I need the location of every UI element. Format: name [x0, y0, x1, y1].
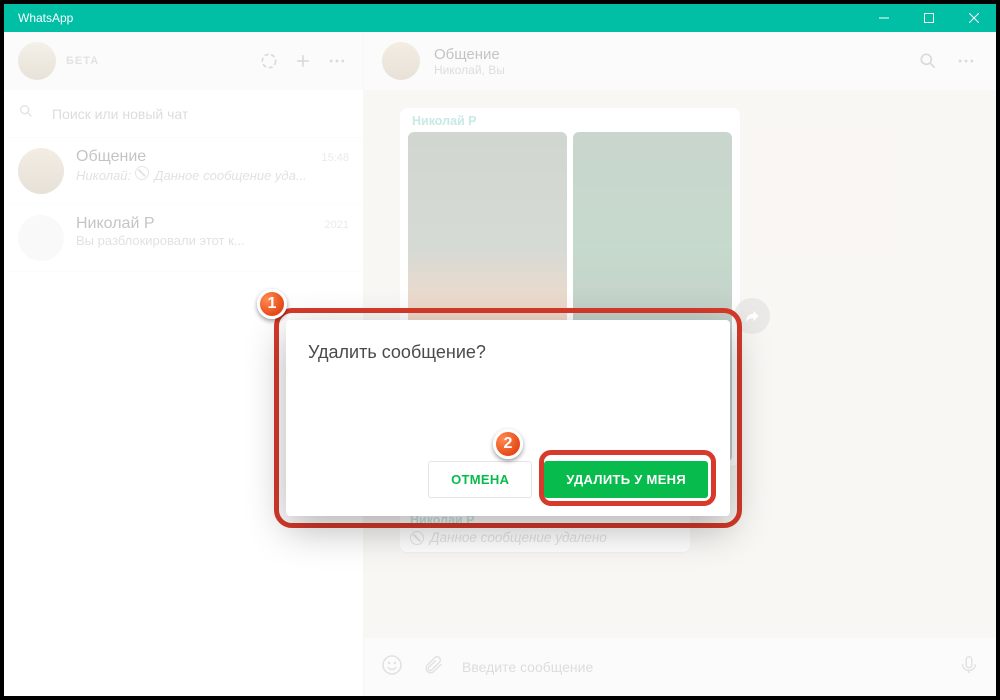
sidebar-header: БЕТА	[4, 32, 363, 90]
beta-label: БЕТА	[66, 55, 99, 67]
search-icon	[18, 103, 34, 124]
chat-list-item[interactable]: Николай Р 2021 Вы разблокировали этот к.…	[4, 205, 363, 272]
chat-preview: Николай: Данное сообщение уда...	[76, 166, 349, 183]
window-minimize-button[interactable]	[861, 4, 906, 32]
annotation-step-2: 2	[493, 429, 523, 459]
status-icon[interactable]	[257, 49, 281, 73]
search-in-chat-icon[interactable]	[916, 49, 940, 73]
chat-menu-icon[interactable]	[954, 49, 978, 73]
cancel-button[interactable]: ОТМЕНА	[428, 461, 532, 498]
composer	[364, 638, 996, 696]
blocked-icon	[135, 166, 149, 180]
chat-name: Николай Р	[76, 215, 155, 233]
search-input[interactable]	[52, 106, 349, 122]
search-bar	[4, 90, 363, 138]
chat-time: 2021	[325, 219, 349, 231]
my-avatar[interactable]	[18, 42, 56, 80]
blocked-icon	[410, 531, 424, 545]
annotation-step-1: 1	[257, 289, 287, 319]
menu-dots-icon[interactable]	[325, 49, 349, 73]
new-chat-icon[interactable]	[291, 49, 315, 73]
deleted-text: Данное сообщение удалено	[410, 530, 680, 545]
chat-list-item[interactable]: Общение 15:48 Николай: Данное сообщение …	[4, 138, 363, 205]
forward-icon[interactable]	[734, 298, 770, 334]
chat-time: 15:48	[321, 152, 349, 164]
chat-avatar	[18, 215, 64, 261]
chat-subtitle: Николай, Вы	[434, 63, 505, 77]
attach-icon[interactable]	[422, 654, 444, 681]
titlebar: WhatsApp	[4, 4, 996, 32]
delete-for-me-button[interactable]: УДАЛИТЬ У МЕНЯ	[544, 461, 708, 498]
message-sender: Николай Р	[408, 114, 732, 132]
mic-icon[interactable]	[958, 654, 980, 681]
window-close-button[interactable]	[951, 4, 996, 32]
chat-title: Общение	[434, 46, 505, 63]
chat-name: Общение	[76, 148, 146, 166]
dialog-title: Удалить сообщение?	[308, 342, 708, 363]
chat-header-avatar[interactable]	[382, 42, 420, 80]
message-input[interactable]	[462, 659, 940, 675]
chat-header: Общение Николай, Вы	[364, 32, 996, 90]
emoji-icon[interactable]	[380, 653, 404, 682]
window-maximize-button[interactable]	[906, 4, 951, 32]
chat-avatar	[18, 148, 64, 194]
window-title: WhatsApp	[4, 11, 861, 25]
chat-preview: Вы разблокировали этот к...	[76, 233, 349, 248]
delete-message-dialog: Удалить сообщение? ОТМЕНА УДАЛИТЬ У МЕНЯ	[286, 320, 730, 516]
